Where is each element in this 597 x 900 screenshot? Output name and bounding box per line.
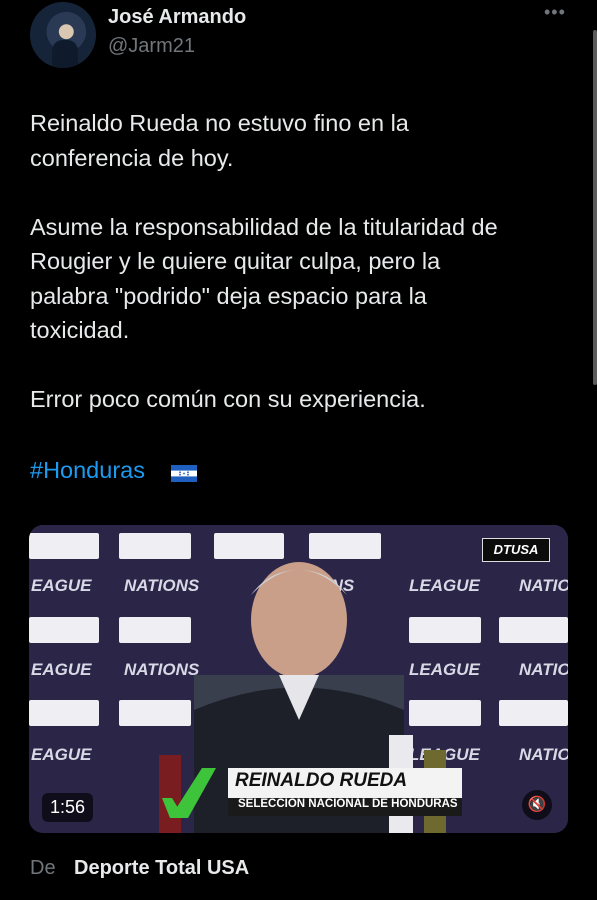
svg-text:EAGUE: EAGUE xyxy=(31,745,92,764)
svg-text:NATIO: NATIO xyxy=(519,576,568,595)
lower-third-role: SELECCIÓN NACIONAL DE HONDURAS xyxy=(238,798,458,810)
svg-text:NATIONS: NATIONS xyxy=(124,576,200,595)
tweet-text: Reinaldo Rueda no estuvo fino en la conf… xyxy=(30,110,498,412)
svg-text:LEAGUE: LEAGUE xyxy=(409,576,481,595)
author-handle[interactable]: @Jarm21 xyxy=(108,35,195,58)
svg-text:LEAGUE: LEAGUE xyxy=(409,660,481,679)
svg-text:NATIO: NATIO xyxy=(519,745,568,764)
scrollbar[interactable] xyxy=(593,30,597,385)
author-display-name[interactable]: José Armando xyxy=(108,6,246,29)
source-prefix: De xyxy=(30,857,56,879)
source-account-link[interactable]: Deporte Total USA xyxy=(74,857,249,880)
lower-third-name: REINALDO RUEDA xyxy=(235,770,408,791)
svg-text:NATIO: NATIO xyxy=(519,660,568,679)
honduras-flag-icon xyxy=(171,465,197,482)
author-avatar[interactable] xyxy=(30,2,96,68)
speaker-icon[interactable]: 🔇 xyxy=(522,790,552,820)
svg-text:EAGUE: EAGUE xyxy=(31,660,92,679)
channel-badge: DTUSA xyxy=(482,538,550,562)
hashtag-link[interactable]: #Honduras xyxy=(30,457,145,484)
more-options-icon[interactable]: ••• xyxy=(544,2,566,23)
video-duration: 1:56 xyxy=(42,793,94,822)
svg-text:NATIONS: NATIONS xyxy=(124,660,200,679)
svg-text:EAGUE: EAGUE xyxy=(31,576,92,595)
